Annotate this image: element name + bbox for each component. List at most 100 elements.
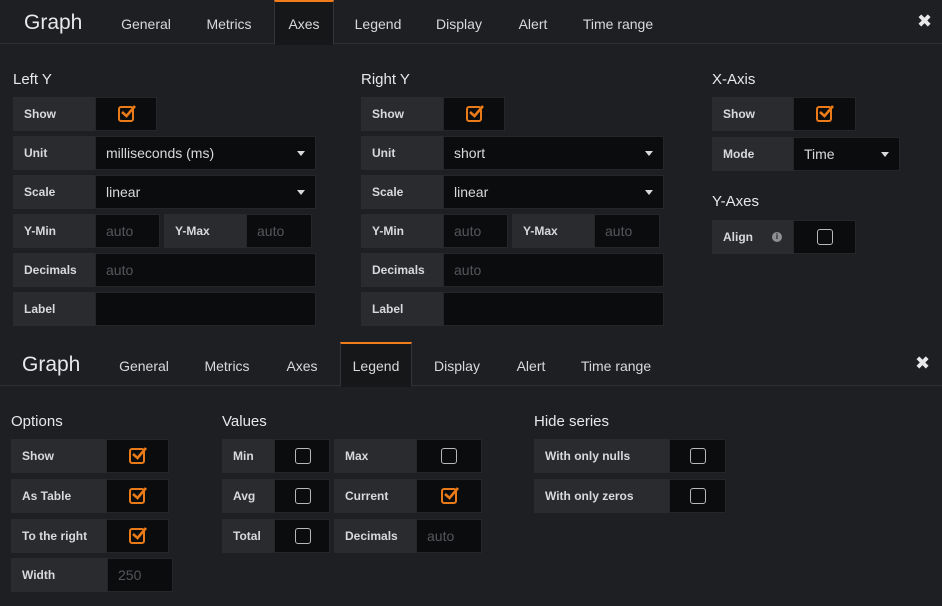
x-axis-title: X-Axis [712, 71, 756, 88]
tab-time-range[interactable]: Time range [570, 342, 662, 386]
right-y-decimals-input[interactable]: auto [443, 253, 664, 287]
caret-down-icon [881, 152, 889, 157]
right-y-unit-label: Unit [361, 136, 443, 170]
right-y-scale-label: Scale [361, 175, 443, 209]
checkbox-checked-icon [466, 105, 484, 122]
tab-time-range[interactable]: Time range [572, 0, 664, 44]
left-y-scale-select[interactable]: linear [95, 175, 316, 209]
checkbox-unchecked-icon [690, 448, 706, 464]
current-label: Current [334, 479, 416, 513]
left-y-decimals-label: Decimals [13, 253, 95, 287]
right-y-scale-select[interactable]: linear [443, 175, 664, 209]
tab-alert[interactable]: Alert [504, 342, 558, 386]
avg-label: Avg [222, 479, 274, 513]
as-table-label: As Table [11, 479, 106, 513]
panel-title: Graph [24, 11, 83, 34]
with-only-zeros-label: With only zeros [534, 479, 669, 513]
x-axis-show-checkbox[interactable] [793, 97, 856, 131]
tab-axes[interactable]: Axes [274, 0, 334, 45]
right-y-ymax-input[interactable]: auto [594, 214, 660, 248]
right-y-label-input[interactable] [443, 292, 664, 326]
tab-general[interactable]: General [104, 342, 184, 386]
checkbox-checked-icon [129, 527, 147, 544]
min-label: Min [222, 439, 274, 473]
checkbox-unchecked-icon [295, 448, 311, 464]
left-y-unit-select[interactable]: milliseconds (ms) [95, 136, 316, 170]
tab-legend[interactable]: Legend [340, 0, 416, 44]
width-input[interactable]: 250 [107, 558, 173, 592]
with-only-zeros-checkbox[interactable] [669, 479, 726, 513]
left-y-label-label: Label [13, 292, 95, 326]
checkbox-unchecked-icon [295, 528, 311, 544]
checkbox-checked-icon [129, 447, 147, 464]
checkbox-unchecked-icon [817, 229, 833, 245]
x-axis-mode-label: Mode [712, 137, 793, 171]
tab-general[interactable]: General [106, 0, 186, 44]
tab-metrics[interactable]: Metrics [188, 342, 266, 386]
as-table-checkbox[interactable] [106, 479, 169, 513]
tab-legend[interactable]: Legend [340, 342, 412, 387]
y-axes-title: Y-Axes [712, 193, 759, 210]
editor-tabbar: Graph General Metrics Axes Legend Displa… [0, 342, 942, 387]
with-only-nulls-checkbox[interactable] [669, 439, 726, 473]
panel-title: Graph [22, 353, 81, 376]
tab-alert[interactable]: Alert [506, 0, 560, 44]
legend-editor-panel: Graph General Metrics Axes Legend Displa… [0, 342, 942, 606]
right-y-ymax-label: Y-Max [512, 214, 594, 248]
left-y-decimals-input[interactable]: auto [95, 253, 316, 287]
to-the-right-label: To the right [11, 519, 106, 553]
values-decimals-input[interactable]: auto [416, 519, 482, 553]
x-axis-mode-value: Time [804, 146, 835, 162]
right-y-unit-select[interactable]: short [443, 136, 664, 170]
checkbox-unchecked-icon [295, 488, 311, 504]
tab-metrics[interactable]: Metrics [190, 0, 268, 44]
current-checkbox[interactable] [416, 479, 482, 513]
right-y-ymin-input[interactable]: auto [443, 214, 508, 248]
left-y-ymin-input[interactable]: auto [95, 214, 160, 248]
to-the-right-checkbox[interactable] [106, 519, 169, 553]
left-y-scale-label: Scale [13, 175, 95, 209]
min-checkbox[interactable] [274, 439, 330, 473]
left-y-scale-value: linear [106, 184, 141, 200]
right-y-show-checkbox[interactable] [443, 97, 505, 131]
left-y-ymin-label: Y-Min [13, 214, 95, 248]
avg-checkbox[interactable] [274, 479, 330, 513]
legend-show-checkbox[interactable] [106, 439, 169, 473]
options-title: Options [11, 413, 63, 430]
tab-display[interactable]: Display [422, 342, 492, 386]
caret-down-icon [645, 151, 653, 156]
hide-series-title: Hide series [534, 413, 610, 430]
y-axes-align-label: Align i [712, 220, 793, 254]
total-checkbox[interactable] [274, 519, 330, 553]
y-axes-align-checkbox[interactable] [793, 220, 856, 254]
left-y-unit-value: milliseconds (ms) [106, 145, 215, 161]
x-axis-mode-select[interactable]: Time [793, 137, 900, 171]
tab-axes[interactable]: Axes [272, 342, 332, 386]
max-checkbox[interactable] [416, 439, 482, 473]
left-y-show-checkbox[interactable] [95, 97, 157, 131]
left-y-show-label: Show [13, 97, 95, 131]
right-y-label-label: Label [361, 292, 443, 326]
values-decimals-label: Decimals [334, 519, 416, 553]
right-y-unit-value: short [454, 145, 486, 161]
close-icon[interactable]: ✖ [915, 353, 930, 374]
left-y-label-input[interactable] [95, 292, 316, 326]
x-axis-show-label: Show [712, 97, 793, 131]
info-icon[interactable]: i [772, 232, 782, 242]
right-y-scale-value: linear [454, 184, 489, 200]
left-y-title: Left Y [13, 71, 52, 88]
left-y-ymax-label: Y-Max [164, 214, 246, 248]
right-y-show-label: Show [361, 97, 443, 131]
right-y-ymin-label: Y-Min [361, 214, 443, 248]
y-axes-align-text: Align [723, 230, 753, 244]
checkbox-checked-icon [441, 487, 459, 504]
left-y-ymax-input[interactable]: auto [246, 214, 312, 248]
caret-down-icon [297, 190, 305, 195]
close-icon[interactable]: ✖ [917, 11, 932, 32]
checkbox-checked-icon [129, 487, 147, 504]
axes-editor-panel: Graph General Metrics Axes Legend Displa… [0, 0, 942, 342]
tab-display[interactable]: Display [424, 0, 494, 44]
with-only-nulls-label: With only nulls [534, 439, 669, 473]
width-label: Width [11, 558, 107, 592]
legend-show-label: Show [11, 439, 106, 473]
